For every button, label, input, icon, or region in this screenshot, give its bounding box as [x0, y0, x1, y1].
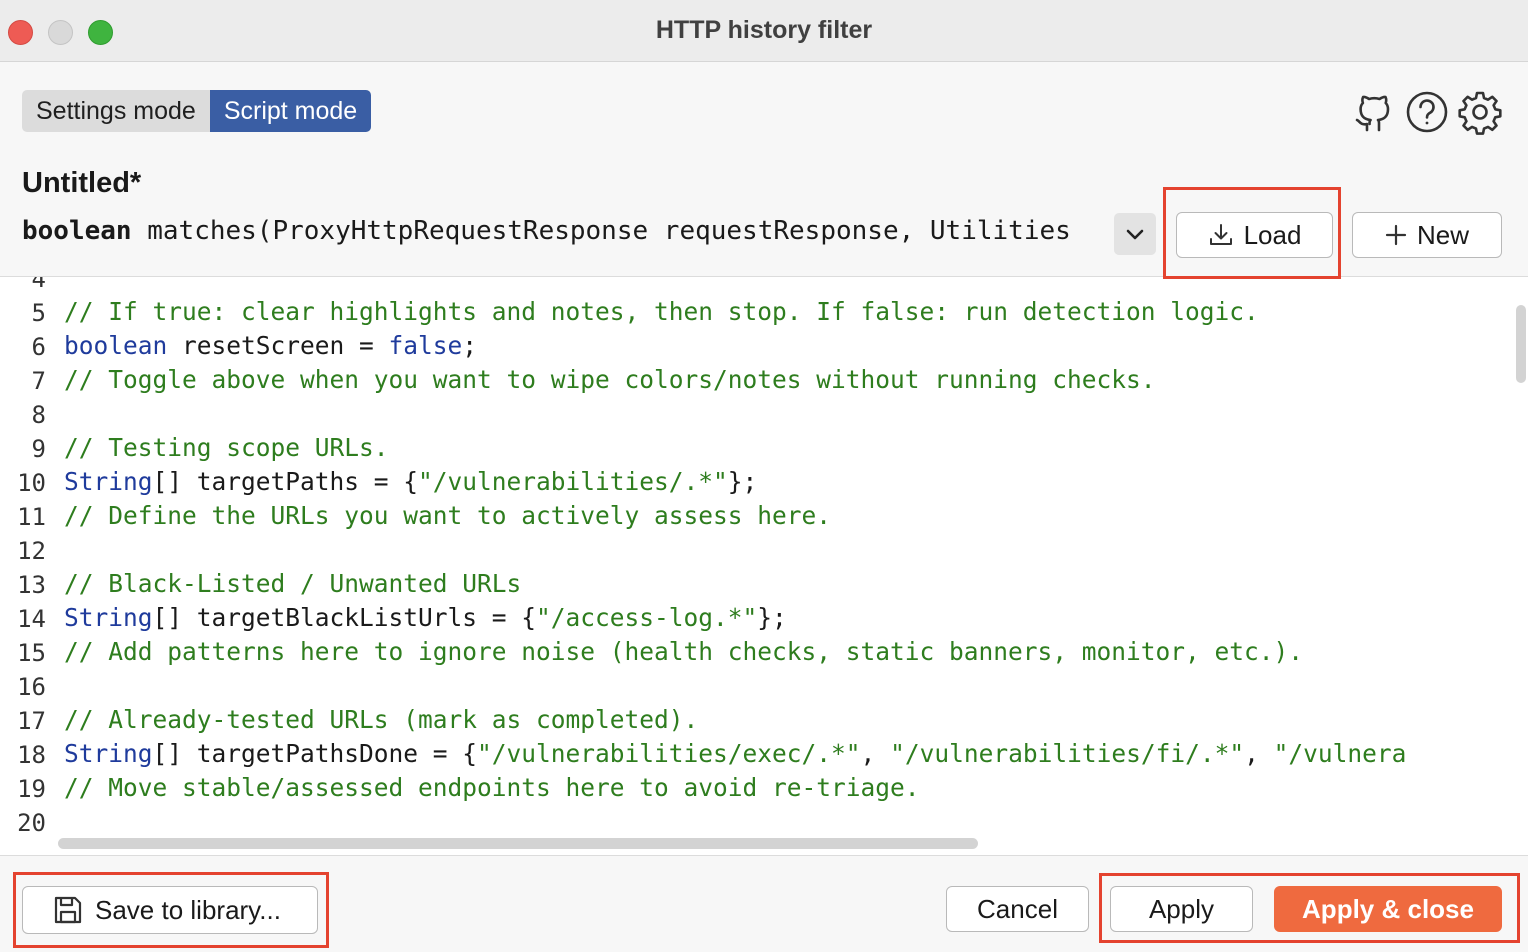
code-line: String[] targetBlackListUrls = {"/access… [64, 603, 1512, 632]
code-token: // Move stable/assessed endpoints here t… [64, 773, 920, 802]
line-number: 7 [31, 367, 46, 395]
new-button[interactable]: New [1352, 212, 1502, 258]
code-token: String [64, 603, 153, 632]
line-number: 12 [17, 537, 46, 565]
floppy-disk-icon [54, 896, 82, 924]
line-number: 10 [17, 469, 46, 497]
code-token: String [64, 739, 153, 768]
line-number: 14 [17, 605, 46, 633]
code-token: [] targetPaths = { [152, 467, 419, 496]
save-to-library-button[interactable]: Save to library... [22, 886, 318, 934]
code-token: "/vulnera [1273, 739, 1407, 768]
horizontal-scrollbar[interactable] [58, 838, 978, 849]
script-signature: boolean matches(ProxyHttpRequestResponse… [22, 216, 1097, 252]
apply-and-close-button[interactable]: Apply & close [1274, 886, 1502, 932]
code-token: "/access-log.*" [536, 603, 758, 632]
script-name: Untitled* [22, 167, 142, 199]
code-line: // Toggle above when you want to wipe co… [64, 365, 1512, 394]
window-title: HTTP history filter [655, 16, 873, 44]
mode-toggle: Settings mode Script mode [22, 90, 372, 132]
code-token: "/vulnerabilities/fi/.*" [890, 739, 1245, 768]
code-token: "/vulnerabilities/.*" [418, 467, 728, 496]
code-token: // If true: clear highlights and notes, … [64, 297, 1259, 326]
code-token: }; [757, 603, 787, 632]
code-token: // Black-Listed / Unwanted URLs [64, 569, 522, 598]
code-line: // Testing scope URLs. [64, 433, 1512, 462]
title-bar: HTTP history filter [0, 0, 1528, 62]
line-number: 17 [17, 707, 46, 735]
code-token: , [860, 739, 891, 768]
line-number: 15 [17, 639, 46, 667]
line-number: 6 [31, 333, 46, 361]
line-number: 4 [31, 277, 46, 293]
code-token: boolean [64, 331, 168, 360]
code-line: // Add patterns here to ignore noise (he… [64, 637, 1512, 666]
new-label: New [1416, 219, 1469, 250]
signature-text: matches(ProxyHttpRequestResponse request… [131, 216, 1071, 246]
code-line: String[] targetPaths = {"/vulnerabilitie… [64, 467, 1512, 496]
code-token: String [64, 467, 153, 496]
code-token: // Testing scope URLs. [64, 433, 389, 462]
apply-button[interactable]: Apply [1110, 886, 1253, 932]
code-line: // Already-tested URLs (mark as complete… [64, 705, 1512, 734]
plus-icon [1385, 224, 1407, 246]
code-line: // Define the URLs you want to actively … [64, 501, 1512, 530]
gear-icon[interactable] [1457, 89, 1503, 135]
line-number: 16 [17, 673, 46, 701]
line-number: 5 [31, 299, 46, 327]
line-number: 11 [17, 503, 46, 531]
chevron-down-icon [1126, 229, 1144, 240]
vertical-scrollbar[interactable] [1516, 305, 1526, 383]
line-number: 19 [17, 775, 46, 803]
cancel-button[interactable]: Cancel [946, 886, 1089, 932]
download-icon [1209, 224, 1232, 245]
line-number: 18 [17, 741, 46, 769]
script-mode-tab[interactable]: Script mode [209, 90, 372, 132]
code-token: }; [727, 467, 758, 496]
code-editor[interactable]: 4 5 6 7 8 9 10 11 12 13 14 15 16 17 18 19 20 // If true:… [0, 277, 1528, 855]
code-token: ; [462, 331, 478, 360]
load-label: Load [1243, 219, 1302, 250]
line-number: 9 [31, 435, 46, 463]
code-line: boolean resetScreen = false; [64, 331, 1512, 360]
github-icon[interactable] [1350, 89, 1396, 135]
load-button[interactable]: Load [1176, 212, 1333, 258]
code-token: // Toggle above when you want to wipe co… [64, 365, 1156, 394]
code-token: // Define the URLs you want to actively … [64, 501, 832, 530]
code-line: // Move stable/assessed endpoints here t… [64, 773, 1512, 802]
line-number: 8 [31, 401, 46, 429]
settings-mode-tab[interactable]: Settings mode [22, 90, 210, 132]
code-token: // Already-tested URLs (mark as complete… [64, 705, 699, 734]
code-token: [] targetBlackListUrls = { [152, 603, 537, 632]
line-number: 20 [17, 809, 46, 837]
code-token: , [1244, 739, 1274, 768]
code-token: resetScreen = [167, 331, 389, 360]
line-number: 13 [17, 571, 46, 599]
help-icon[interactable] [1404, 89, 1450, 135]
code-line: String[] targetPathsDone = {"/vulnerabil… [64, 739, 1512, 768]
code-token: // Add patterns here to ignore noise (he… [64, 637, 1304, 666]
signature-keyword: boolean [22, 216, 132, 246]
code-line: // Black-Listed / Unwanted URLs [64, 569, 1512, 598]
line-number-gutter: 4 5 6 7 8 9 10 11 12 13 14 15 16 17 18 19 20 [0, 277, 58, 855]
code-token: [] targetPathsDone = { [152, 739, 478, 768]
signature-dropdown-button[interactable] [1114, 213, 1156, 255]
dialog-footer: Save to library... Cancel Apply Apply & … [0, 855, 1528, 952]
save-to-library-label: Save to library... [95, 894, 281, 925]
code-token: false [388, 331, 463, 360]
code-token: "/vulnerabilities/exec/.*" [477, 739, 861, 768]
script-header: Settings mode Script mode Untitled* bool… [0, 62, 1528, 277]
code-line: // If true: clear highlights and notes, … [64, 297, 1512, 326]
